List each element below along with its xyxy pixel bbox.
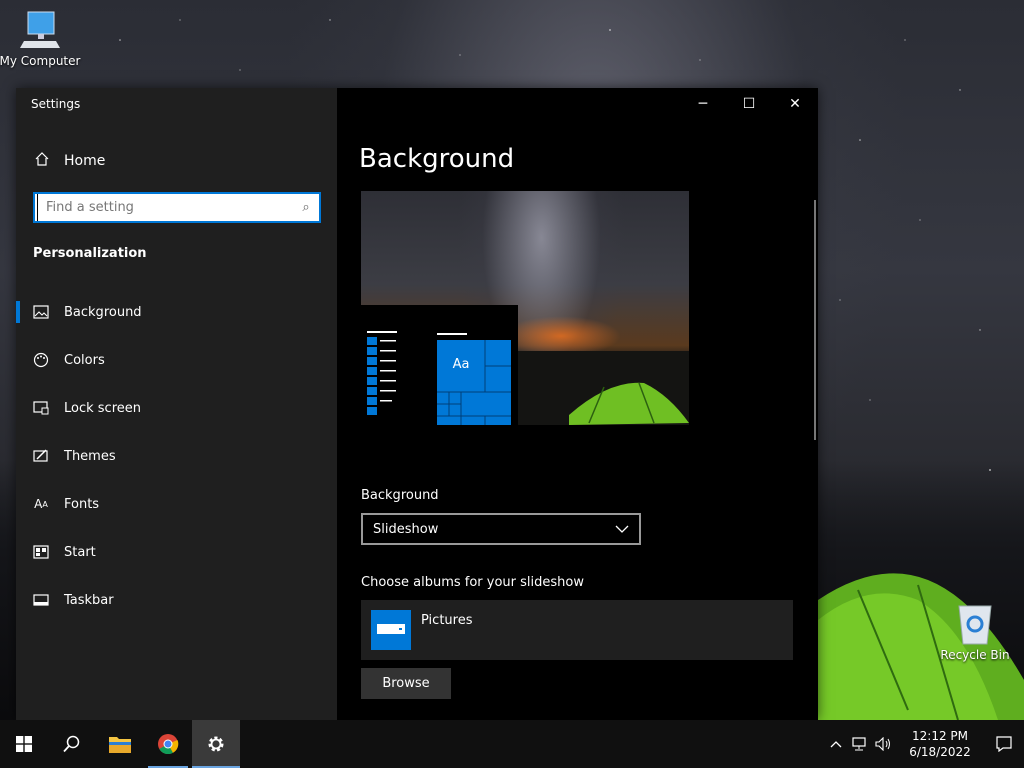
window-controls: ─ ☐ ✕ xyxy=(680,88,818,120)
window-title: Settings xyxy=(31,97,81,111)
nav-item-label: Fonts xyxy=(64,496,100,512)
section-heading: Personalization xyxy=(33,246,147,261)
album-name: Pictures xyxy=(421,613,473,628)
nav-item-start[interactable]: Start xyxy=(16,528,337,576)
nav-item-label: Themes xyxy=(64,448,116,464)
chevron-up-icon[interactable] xyxy=(824,720,848,768)
clock[interactable]: 12:12 PM 6/18/2022 xyxy=(902,728,978,760)
preview-tent xyxy=(569,382,689,425)
nav-item-label: Taskbar xyxy=(64,592,114,608)
chrome-icon xyxy=(158,734,179,755)
maximize-button[interactable]: ☐ xyxy=(726,88,772,120)
nav-item-fonts[interactable]: AA Fonts xyxy=(16,480,337,528)
home-icon xyxy=(34,151,50,171)
background-preview: Aa xyxy=(361,191,689,425)
preview-horizon-glow xyxy=(501,316,621,356)
nav-home-label: Home xyxy=(64,153,106,169)
search-box[interactable]: ⌕ xyxy=(33,192,321,223)
settings-icon xyxy=(208,736,224,752)
volume-icon[interactable] xyxy=(872,720,896,768)
start-button[interactable] xyxy=(0,720,48,768)
nav-item-label: Start xyxy=(64,544,96,560)
settings-window: Settings Home ⌕ Personalization Backgrou… xyxy=(16,88,818,720)
page-title: Background xyxy=(359,144,515,174)
search-input[interactable] xyxy=(37,194,293,221)
nav-item-label: Lock screen xyxy=(64,400,141,416)
clock-time: 12:12 PM xyxy=(912,729,968,743)
taskbar-search-button[interactable] xyxy=(48,720,96,768)
nav-item-background[interactable]: Background xyxy=(16,288,337,336)
settings-nav-pane: Settings Home ⌕ Personalization Backgrou… xyxy=(16,88,337,720)
nav-item-themes[interactable]: Themes xyxy=(16,432,337,480)
settings-content-pane: ─ ☐ ✕ Background Aa Background Slideshow… xyxy=(337,88,818,720)
browse-button[interactable]: Browse xyxy=(361,668,451,699)
notification-icon xyxy=(996,736,1012,752)
preview-app-list xyxy=(367,331,397,415)
nav-list: Background Colors Lock screen Themes A A… xyxy=(16,288,337,624)
my-computer-label: My Computer xyxy=(0,54,81,68)
taskbar: 12:12 PM 6/18/2022 xyxy=(0,720,1024,768)
palette-icon xyxy=(33,352,49,368)
recycle-bin-label: Recycle Bin xyxy=(940,648,1010,662)
settings-taskbar-button[interactable] xyxy=(192,720,240,768)
themes-icon xyxy=(33,448,49,464)
background-dropdown[interactable]: Slideshow xyxy=(361,513,641,545)
chevron-down-icon xyxy=(615,522,629,537)
nav-item-lock-screen[interactable]: Lock screen xyxy=(16,384,337,432)
fonts-icon: AA xyxy=(34,497,48,511)
nav-item-taskbar[interactable]: Taskbar xyxy=(16,576,337,624)
background-dropdown-value: Slideshow xyxy=(373,521,439,537)
chrome-button[interactable] xyxy=(144,720,192,768)
nav-home[interactable]: Home xyxy=(16,144,337,178)
close-button[interactable]: ✕ xyxy=(772,88,818,120)
content-scrollbar[interactable] xyxy=(814,200,816,440)
preview-tiles: Aa xyxy=(437,340,511,425)
search-icon: ⌕ xyxy=(302,200,310,215)
clock-date: 6/18/2022 xyxy=(909,745,971,759)
file-explorer-button[interactable] xyxy=(96,720,144,768)
preview-tile-text: Aa xyxy=(452,356,470,372)
nav-item-colors[interactable]: Colors xyxy=(16,336,337,384)
computer-icon xyxy=(20,11,60,48)
recycle-bin-icon xyxy=(958,605,992,645)
file-explorer-icon xyxy=(109,737,131,753)
album-item-pictures[interactable]: Pictures xyxy=(361,600,793,660)
windows-logo-icon xyxy=(16,736,32,752)
picture-icon xyxy=(33,304,49,320)
start-icon xyxy=(33,544,49,560)
minimize-button[interactable]: ─ xyxy=(680,88,726,120)
taskbar-icon xyxy=(33,592,49,608)
my-computer-desktop-icon[interactable]: My Computer xyxy=(0,8,80,68)
nav-item-label: Background xyxy=(64,304,142,320)
nav-item-label: Colors xyxy=(64,352,105,368)
preview-tile-header xyxy=(437,333,467,335)
folder-icon xyxy=(371,610,411,650)
system-tray: 12:12 PM 6/18/2022 xyxy=(824,720,1024,768)
albums-label: Choose albums for your slideshow xyxy=(361,575,584,590)
action-center-button[interactable] xyxy=(984,720,1024,768)
network-icon[interactable] xyxy=(848,720,872,768)
background-label: Background xyxy=(361,488,439,503)
recycle-bin-desktop-icon[interactable]: Recycle Bin xyxy=(935,600,1015,662)
lock-screen-icon xyxy=(33,400,49,416)
search-icon xyxy=(63,735,80,753)
